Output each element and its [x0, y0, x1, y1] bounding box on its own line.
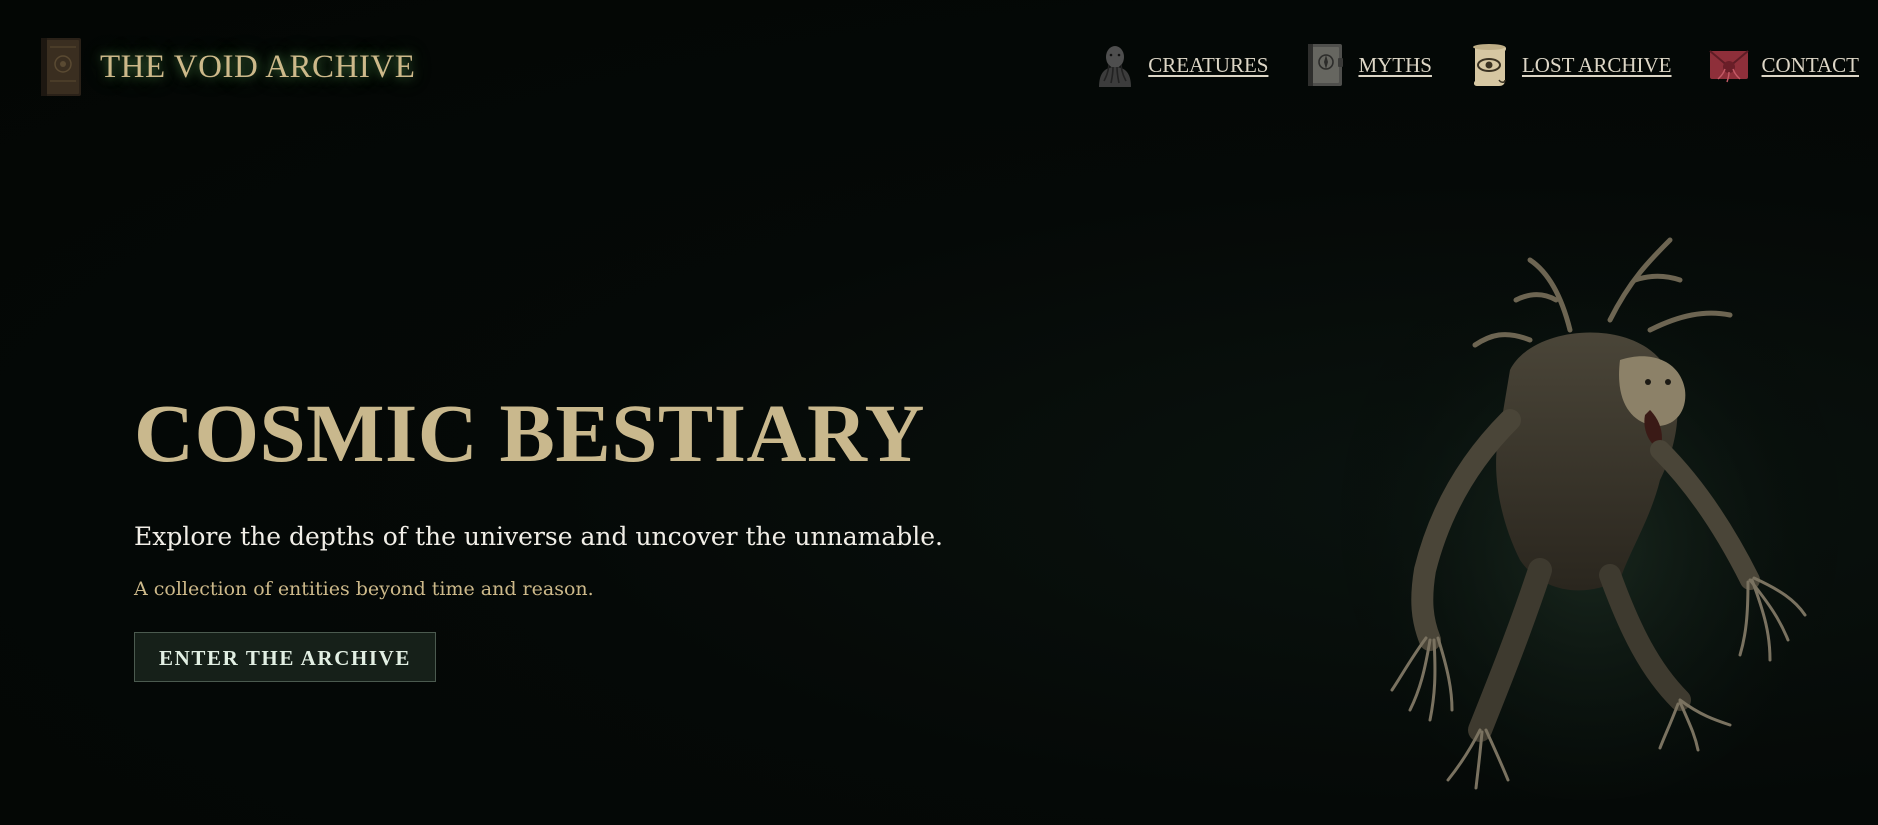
hero-subtitle: A collection of entities beyond time and…	[134, 578, 594, 600]
nav-label-myths: MYTHS	[1358, 52, 1432, 77]
main-nav: CREATURES MYTHS LOST ARCHIVE CONTACT	[1094, 42, 1859, 88]
nav-label-creatures: CREATURES	[1148, 52, 1269, 77]
enter-archive-button[interactable]: ENTER THE ARCHIVE	[134, 632, 437, 682]
nav-label-lost-archive: LOST ARCHIVE	[1521, 52, 1672, 77]
brand-link[interactable]: THE VOID ARCHIVE	[38, 36, 415, 98]
nav-item-myths[interactable]: MYTHS	[1304, 42, 1432, 88]
tentacle-silhouette-icon	[1094, 42, 1136, 88]
hero-section: COSMIC BESTIARY Explore the depths of th…	[134, 392, 943, 682]
hero-tagline: Explore the depths of the universe and u…	[134, 522, 943, 551]
creature-illustration	[1340, 237, 1840, 800]
tome-icon	[1304, 42, 1346, 88]
book-icon	[41, 38, 81, 96]
page: THE VOID ARCHIVE CREATURES MYTHS LOST AR…	[0, 0, 1878, 825]
nav-item-contact[interactable]: CONTACT	[1708, 42, 1859, 88]
brand-title: THE VOID ARCHIVE	[100, 48, 416, 85]
nav-item-lost-archive[interactable]: LOST ARCHIVE	[1468, 42, 1672, 88]
seal-envelope-icon	[1708, 42, 1750, 88]
nav-label-contact: CONTACT	[1761, 52, 1859, 77]
eye-scroll-icon	[1468, 42, 1510, 88]
nav-item-creatures[interactable]: CREATURES	[1094, 42, 1268, 88]
hero-title: COSMIC BESTIARY	[134, 387, 925, 479]
